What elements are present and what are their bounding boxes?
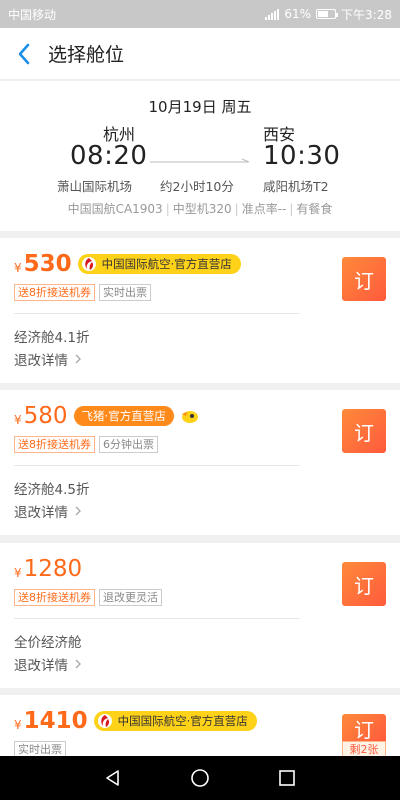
book-button[interactable]: 订 (342, 409, 386, 453)
coupon-tag: 送8折接送机券 (14, 284, 95, 301)
book-button[interactable]: 订 (342, 257, 386, 301)
back-button[interactable] (0, 28, 48, 80)
divider (14, 618, 300, 619)
meal-info: 有餐食 (296, 202, 333, 216)
fare-card: ¥ 1410 中国国际航空·官方直营店 实时出票 订 剩2张 (0, 695, 400, 756)
price-row: ¥ 1410 中国国际航空·官方直营店 (14, 708, 257, 734)
book-button[interactable]: 订 (342, 562, 386, 606)
store-name: 中国国际航空·官方直营店 (117, 714, 248, 728)
refund-label: 退改详情 (14, 505, 68, 521)
aircraft-type: 中型机320 (172, 202, 232, 216)
ticketing-tag: 实时出票 (99, 284, 151, 301)
flight-date: 10月19日 周五 (148, 98, 252, 116)
currency-symbol: ¥ (14, 413, 22, 427)
fare-card: ¥ 530 中国国际航空·官方直营店 送8折接送机券 实时出票 经济舱4.1折 … (0, 238, 400, 383)
fliggy-logo-icon (181, 411, 198, 423)
refund-label: 退改详情 (14, 353, 68, 369)
refund-details-link[interactable]: 退改详情 (14, 654, 82, 674)
triangle-back-icon (106, 770, 120, 786)
square-recents-icon (278, 770, 295, 786)
system-home-button[interactable] (180, 758, 220, 798)
store-name: 中国国际航空·官方直营店 (101, 257, 232, 271)
coupon-tag: 送8折接送机券 (14, 436, 95, 453)
flight-duration: 约2小时10分 (160, 179, 234, 194)
back-arrow-icon (18, 43, 30, 64)
chevron-right-icon (75, 659, 81, 669)
airline-flight-no: 中国国航CA1903 (67, 202, 163, 216)
divider (14, 465, 300, 466)
fare-tags: 送8折接送机券 6分钟出票 (14, 436, 158, 453)
battery-percent: 61% (284, 7, 312, 21)
system-back-button[interactable] (93, 758, 133, 798)
book-button[interactable]: 订 (342, 714, 386, 742)
system-nav-bar (0, 756, 400, 800)
screen: 中国移动 61% 下午3:28 选择舱位 10月19日 周五 杭州 西安 08:… (0, 0, 400, 800)
fare-tags: 实时出票 (14, 741, 66, 756)
remaining-seats-badge: 剩2张 (342, 741, 386, 756)
price-row: ¥ 1280 (14, 556, 82, 582)
currency-symbol: ¥ (14, 566, 22, 580)
store-name: 飞猪·官方直营店 (81, 409, 166, 423)
cabin-class: 全价经济舱 (14, 635, 82, 651)
cabin-class: 经济舱4.1折 (14, 330, 90, 346)
coupon-tag: 送8折接送机券 (14, 589, 95, 606)
fare-tags: 送8折接送机券 退改更灵活 (14, 589, 162, 606)
flight-meta: 中国国航CA1903 | 中型机320 | 准点率-- | 有餐食 (67, 202, 333, 216)
fare-card: ¥ 580 飞猪·官方直营店 送8折接送机券 6分钟出票 经济舱4.5折 退改详… (0, 390, 400, 535)
signal-icon (265, 8, 280, 20)
refund-details-link[interactable]: 退改详情 (14, 501, 82, 521)
fare-price: 1280 (23, 556, 83, 582)
chevron-right-icon (75, 506, 81, 516)
clock: 下午3:28 (341, 7, 392, 22)
status-icons: 61% 下午3:28 (265, 6, 392, 23)
currency-symbol: ¥ (14, 261, 22, 275)
nav-bar: 选择舱位 (0, 28, 400, 80)
price-row: ¥ 530 中国国际航空·官方直营店 (14, 251, 241, 277)
arrival-airport: 咸阳机场T2 (263, 179, 329, 194)
flight-summary: 10月19日 周五 杭州 西安 08:20 10:30 萧山国际机场 约2小时1… (0, 81, 400, 231)
air-china-logo-icon (97, 714, 112, 728)
cabin-class: 经济舱4.5折 (14, 482, 90, 498)
store-badge: 中国国际航空·官方直营店 (77, 254, 241, 274)
battery-fill (318, 11, 328, 17)
fare-tags: 送8折接送机券 实时出票 (14, 284, 151, 301)
battery-icon (316, 9, 339, 19)
departure-airport: 萧山国际机场 (57, 179, 133, 194)
fare-price: 1410 (23, 708, 88, 734)
ticketing-tag: 6分钟出票 (99, 436, 158, 453)
refund-details-link[interactable]: 退改详情 (14, 349, 82, 369)
circle-home-icon (191, 769, 209, 787)
refund-label: 退改详情 (14, 658, 68, 674)
on-time-rate: 准点率-- (241, 202, 287, 216)
carrier-label: 中国移动 (8, 7, 57, 22)
flexible-change-tag: 退改更灵活 (99, 589, 162, 606)
fare-price: 530 (23, 251, 72, 277)
route-arrow-icon (150, 158, 250, 163)
store-badge: 飞猪·官方直营店 (73, 406, 174, 426)
status-bar: 中国移动 61% 下午3:28 (0, 0, 400, 28)
fare-card: ¥ 1280 送8折接送机券 退改更灵活 全价经济舱 退改详情 订 (0, 543, 400, 688)
departure-time: 08:20 (70, 141, 148, 171)
currency-symbol: ¥ (14, 718, 22, 732)
price-row: ¥ 580 飞猪·官方直营店 (14, 403, 200, 429)
chevron-right-icon (75, 354, 81, 364)
arrival-time: 10:30 (263, 141, 341, 171)
store-badge: 中国国际航空·官方直营店 (93, 711, 257, 731)
divider (14, 313, 300, 314)
air-china-logo-icon (81, 257, 96, 271)
fare-price: 580 (23, 403, 68, 429)
system-recents-button[interactable] (267, 758, 307, 798)
ticketing-tag: 实时出票 (14, 741, 66, 756)
page-title: 选择舱位 (48, 44, 125, 66)
